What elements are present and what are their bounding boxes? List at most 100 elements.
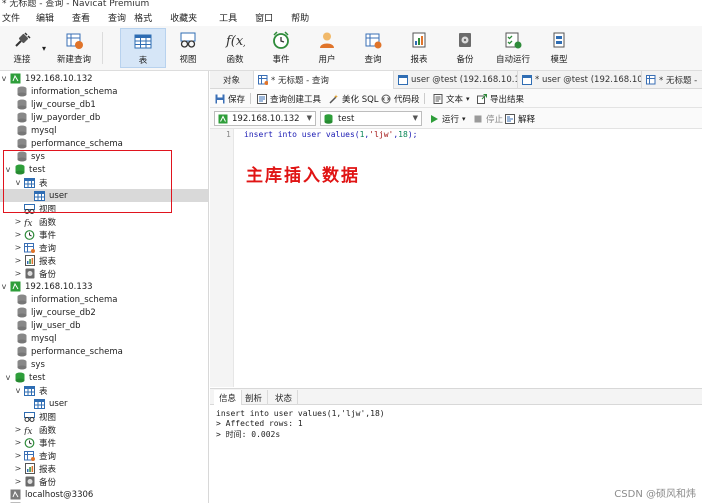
tab-untitled[interactable]: * 无标题 - (642, 71, 702, 89)
tree-db-sys[interactable]: sys (16, 358, 45, 371)
connection-icon (10, 73, 21, 84)
chevron-right-icon[interactable]: > (14, 477, 22, 486)
tree-node-tables[interactable]: v 表 (14, 384, 48, 397)
tree-db-information-schema[interactable]: information_schema (16, 85, 118, 98)
tree-node-queries[interactable]: > 查询 (14, 449, 56, 462)
tab-user-test-1[interactable]: user @test (192.168.10.13... (394, 71, 518, 89)
function-button[interactable]: f(x) 函数 (220, 28, 250, 68)
tree-node-events[interactable]: > 事件 (14, 436, 56, 449)
chevron-down-icon[interactable]: v (4, 373, 12, 382)
sql-editor[interactable]: 1 insert into user values(1,'ljw',18); 主… (210, 129, 702, 387)
chevron-down-icon[interactable]: v (14, 386, 22, 395)
tab-profile[interactable]: 剖析 (240, 390, 269, 405)
code-snippet-button[interactable]: 代码段 (380, 91, 420, 106)
chevron-right-icon[interactable]: > (14, 256, 22, 265)
tree-node-functions[interactable]: > fx 函数 (14, 215, 56, 228)
table-button[interactable]: 表 (120, 28, 166, 68)
tree-db-ljw-user-db[interactable]: ljw_user_db (16, 319, 81, 332)
tab-untitled-query[interactable]: * 无标题 - 查询 (254, 71, 394, 89)
connection-tree: v 192.168.10.132 information_schema ljw_… (0, 71, 209, 503)
database-icon (16, 138, 27, 149)
run-dropdown-icon[interactable]: ▾ (462, 115, 466, 123)
text-dropdown-icon[interactable]: ▾ (466, 95, 470, 103)
new-query-button[interactable]: 新建查询 (54, 28, 94, 68)
database-icon (16, 112, 27, 123)
chevron-right-icon[interactable]: > (14, 464, 22, 473)
view-button[interactable]: 视图 (172, 28, 204, 68)
menu-edit[interactable]: 编辑 (28, 11, 62, 24)
tree-db-mysql[interactable]: mysql (16, 124, 57, 137)
menu-help[interactable]: 帮助 (281, 11, 317, 24)
tree-node-events[interactable]: > 事件 (14, 228, 56, 241)
tree-db-performance-schema[interactable]: performance_schema (16, 137, 123, 150)
save-button[interactable]: 保存 (214, 91, 245, 106)
chevron-down-icon[interactable]: v (0, 74, 8, 83)
menu-view[interactable]: 查看 (62, 11, 98, 24)
backup-button[interactable]: 备份 (450, 28, 480, 68)
chevron-right-icon[interactable]: > (14, 425, 22, 434)
menu-format[interactable]: 格式 (134, 11, 160, 24)
chevron-right-icon[interactable]: > (14, 243, 22, 252)
tab-status[interactable]: 状态 (270, 390, 299, 405)
database-select[interactable]: test ▼ (320, 111, 422, 126)
toolbar-separator (102, 32, 103, 64)
connect-dropdown-icon[interactable]: ▾ (42, 44, 46, 53)
chevron-down-icon[interactable]: v (0, 282, 8, 291)
function-fx-icon: fx (24, 216, 35, 227)
report-button[interactable]: 报表 (404, 28, 434, 68)
tree-node-reports[interactable]: > 报表 (14, 254, 56, 267)
database-icon (16, 346, 27, 357)
chevron-right-icon[interactable]: > (14, 438, 22, 447)
tree-db-performance-schema[interactable]: performance_schema (16, 345, 123, 358)
tab-info[interactable]: 信息 (214, 390, 243, 405)
backup-icon (455, 30, 475, 50)
sql-code-line[interactable]: insert into user values(1,'ljw',18); (244, 130, 417, 139)
explain-button[interactable]: 解释 (504, 111, 535, 126)
tree-node-queries[interactable]: > 查询 (14, 241, 56, 254)
chevron-right-icon[interactable]: > (14, 451, 22, 460)
export-icon (476, 93, 487, 104)
stop-square-icon (472, 113, 483, 124)
tree-db-ljw-course-db1[interactable]: ljw_course_db1 (16, 98, 96, 111)
beautify-sql-button[interactable]: 美化 SQL (328, 91, 379, 106)
query-button[interactable]: 查询 (358, 28, 388, 68)
annotation-text: 主库插入数据 (246, 166, 360, 186)
tree-db-ljw-course-db2[interactable]: ljw_course_db2 (16, 306, 96, 319)
connect-button[interactable]: 连接 (6, 28, 38, 68)
query-icon (363, 30, 383, 50)
tree-connection-localhost[interactable]: localhost@3306 (10, 488, 93, 501)
menu-favorites[interactable]: 收藏夹 (160, 11, 205, 24)
tab-user-test-2[interactable]: * user @test (192.168.10... (518, 71, 642, 89)
tree-table-user[interactable]: user (34, 397, 68, 410)
tree-connection-192-168-10-132[interactable]: v 192.168.10.132 (0, 72, 93, 85)
tree-node-reports[interactable]: > 报表 (14, 462, 56, 475)
export-results-button[interactable]: 导出结果 (476, 91, 524, 106)
tree-db-ljw-payorder-db[interactable]: ljw_payorder_db (16, 111, 100, 124)
automation-button[interactable]: 自动运行 (494, 28, 532, 68)
tree-node-functions[interactable]: > fx 函数 (14, 423, 56, 436)
tree-node-backups[interactable]: > 备份 (14, 475, 56, 488)
menu-tools[interactable]: 工具 (205, 11, 245, 24)
model-button[interactable]: 模型 (544, 28, 574, 68)
query-builder-button[interactable]: 查询创建工具 (256, 91, 321, 106)
menu-window[interactable]: 窗口 (245, 11, 281, 24)
tree-db-information-schema[interactable]: information_schema (16, 293, 118, 306)
event-button[interactable]: 事件 (266, 28, 296, 68)
tab-objects[interactable]: 对象 (210, 71, 254, 89)
chevron-right-icon[interactable]: > (14, 217, 22, 226)
menu-file[interactable]: 文件 (0, 11, 28, 24)
tree-node-views[interactable]: 视图 (24, 410, 56, 423)
run-button[interactable]: 运行 ▾ (428, 111, 466, 126)
chevron-right-icon[interactable]: > (14, 269, 22, 278)
tree-db-mysql[interactable]: mysql (16, 332, 57, 345)
chevron-right-icon[interactable]: > (14, 230, 22, 239)
connection-select[interactable]: 192.168.10.132 ▼ (214, 111, 316, 126)
tree-db-test[interactable]: v test (4, 371, 45, 384)
text-button[interactable]: 文本 ▾ (432, 91, 470, 106)
menu-query[interactable]: 查询 (98, 11, 134, 24)
tree-connection-192-168-10-133[interactable]: v 192.168.10.133 (0, 280, 93, 293)
tree-node-backups[interactable]: > 备份 (14, 267, 56, 280)
connection-icon (10, 489, 21, 500)
user-button[interactable]: 用户 (312, 28, 342, 68)
stop-button[interactable]: 停止 (472, 111, 503, 126)
